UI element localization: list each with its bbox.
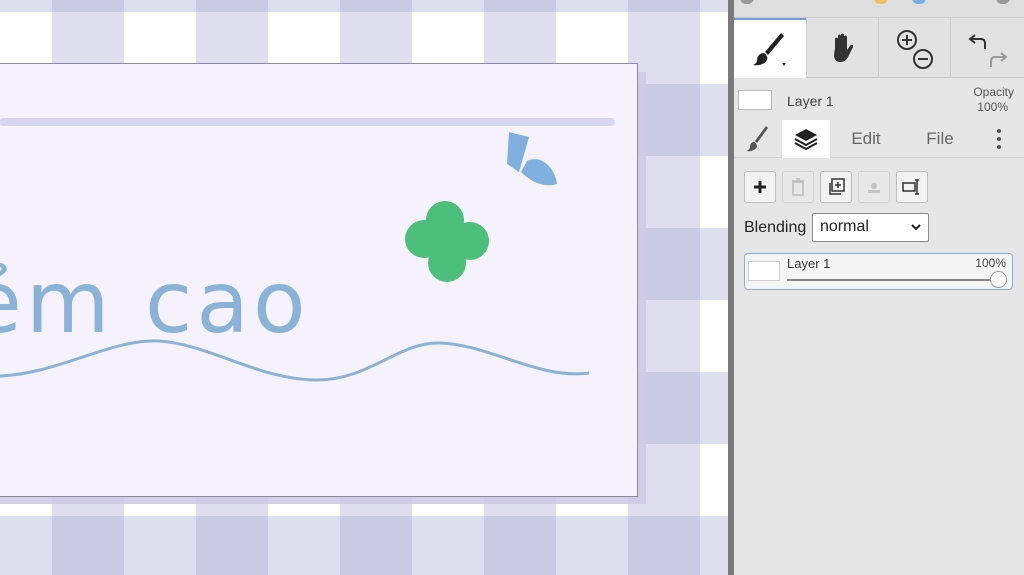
merge-down-icon: [868, 183, 880, 193]
hand-tool-button[interactable]: [806, 18, 878, 78]
drawing-canvas[interactable]: ẻm cao: [0, 0, 728, 575]
layer-info: Layer 1 Opacity 100%: [734, 78, 1024, 120]
delete-layer-button[interactable]: [782, 171, 814, 203]
trash-icon: [792, 178, 804, 196]
panel-tabs: Edit File: [734, 120, 1024, 158]
hand-icon: [833, 33, 853, 62]
tools-row: [734, 18, 1024, 78]
undo-redo-button[interactable]: [950, 18, 1024, 78]
tab-edit[interactable]: Edit: [840, 120, 892, 158]
opacity-value: 100%: [977, 100, 1008, 114]
layer-opacity-value: 100%: [975, 256, 1006, 270]
plus-icon: [754, 181, 766, 193]
bow-decoration: [507, 132, 557, 186]
current-layer-name: Layer 1: [787, 93, 834, 109]
more-vertical-icon: [997, 129, 1001, 149]
top-strip: [734, 0, 1024, 18]
blending-mode-select[interactable]: normal: [812, 213, 929, 242]
duplicate-layer-button[interactable]: [820, 171, 852, 203]
layer-thumbnail: [748, 261, 780, 281]
clover-decoration: [405, 201, 489, 282]
blending-label: Blending: [744, 219, 807, 236]
layer-thumbnail[interactable]: [738, 90, 772, 110]
duplicate-icon: [829, 178, 845, 195]
merge-down-button[interactable]: [858, 171, 890, 203]
undo-redo-icon: [967, 34, 1008, 67]
tab-brush[interactable]: [736, 120, 780, 158]
tab-file[interactable]: File: [912, 120, 968, 158]
paintbrush-icon: [747, 126, 768, 152]
zoom-in-out-icon: [896, 30, 933, 69]
more-menu-button[interactable]: [984, 120, 1014, 158]
blending-mode-value: normal: [820, 218, 869, 235]
layer-opacity-slider-handle[interactable]: [990, 271, 1007, 288]
rename-icon: [902, 179, 919, 195]
brush-tool-button[interactable]: [734, 18, 806, 78]
card-top-bar: [0, 118, 615, 126]
paintbrush-icon: [753, 33, 786, 66]
layer-opacity-slider[interactable]: [787, 279, 997, 281]
rename-layer-button[interactable]: [896, 171, 928, 203]
zoom-tool-button[interactable]: [878, 18, 950, 78]
add-layer-button[interactable]: [744, 171, 776, 203]
opacity-label: Opacity: [973, 85, 1014, 99]
layers-icon: [794, 129, 818, 151]
layer-list-item[interactable]: Layer 1 100%: [744, 253, 1013, 290]
side-panel: Layer 1 Opacity 100% Edit File Blending …: [734, 0, 1024, 575]
chevron-down-icon: [911, 224, 921, 231]
card-text: ẻm cao: [0, 253, 310, 353]
tab-layers[interactable]: [782, 120, 830, 158]
artwork-card: ẻm cao: [0, 63, 638, 497]
layer-name: Layer 1: [787, 256, 831, 271]
